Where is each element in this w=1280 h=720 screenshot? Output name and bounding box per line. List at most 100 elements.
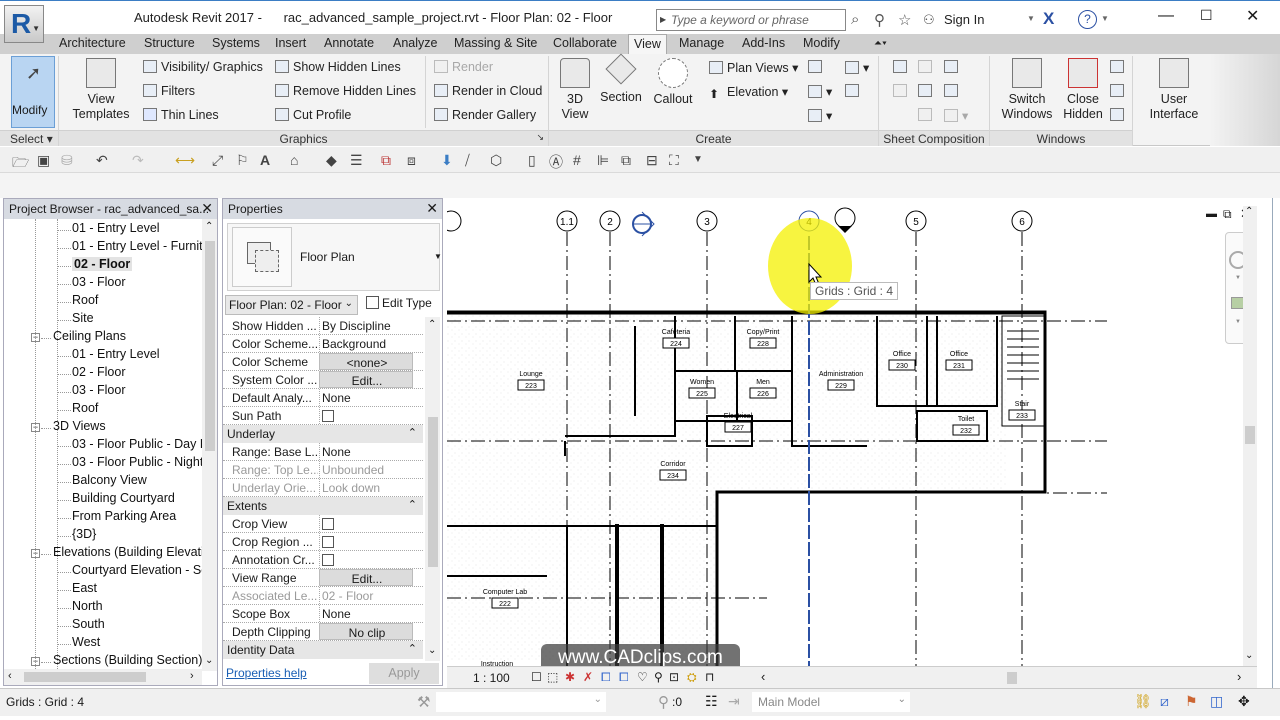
tree-view-item[interactable]: 02 - Floor: [72, 257, 133, 271]
canvas-vertical-scrollbar[interactable]: ⌃ ⌄: [1243, 206, 1257, 666]
tree-view-item[interactable]: From Parking Area: [72, 509, 176, 523]
select-pinned-icon[interactable]: ⚑: [1185, 693, 1198, 710]
elevation-button[interactable]: ⬆ Elevation ▾: [709, 84, 788, 101]
apply-button[interactable]: Apply: [369, 663, 439, 684]
section-marker[interactable]: [632, 211, 655, 237]
collapse-group-icon[interactable]: ⌃: [408, 426, 417, 439]
tree-view-item[interactable]: 01 - Entry Level - Furnitu: [72, 239, 204, 253]
tile-icon[interactable]: ⊟: [646, 152, 658, 169]
tree-category[interactable]: Elevations (Building Elevatio: [53, 545, 204, 559]
property-edit-button[interactable]: Edit...: [319, 569, 413, 586]
drafting-view-button[interactable]: [808, 60, 826, 74]
reveal-hidden-icon[interactable]: ⊡: [669, 670, 679, 684]
wheel-dropdown-icon[interactable]: ▼: [1235, 275, 1241, 281]
property-edit-button[interactable]: <none>: [319, 353, 413, 370]
tree-category[interactable]: 3D Views: [53, 419, 106, 433]
property-group-header[interactable]: Extents ⌃: [223, 497, 423, 515]
view-minimize-icon[interactable]: ▬: [1206, 208, 1217, 220]
replicate-button[interactable]: [1110, 60, 1128, 74]
place-view-button[interactable]: [893, 84, 911, 98]
room-tag[interactable]: Corridor 234: [659, 461, 687, 481]
property-value[interactable]: None: [319, 389, 413, 406]
shape-icon[interactable]: ⬡: [490, 152, 502, 169]
instance-filter-dropdown[interactable]: Floor Plan: 02 - Floor ⌄: [225, 295, 358, 315]
subscription-center-icon[interactable]: ⚲: [874, 11, 885, 29]
scope-box-button[interactable]: [845, 84, 863, 98]
property-checkbox[interactable]: [322, 536, 334, 548]
render-button[interactable]: Render: [434, 60, 493, 74]
select-underlay-icon[interactable]: ⧄: [1160, 693, 1169, 710]
select-links-icon[interactable]: ⛓: [1134, 693, 1152, 710]
scroll-up-icon[interactable]: ⌃: [1245, 206, 1253, 217]
selection-box-icon[interactable]: ⛶: [669, 152, 679, 169]
room-tag[interactable]: Lounge 223: [517, 371, 545, 391]
tab-add-ins[interactable]: Add-Ins: [742, 36, 785, 50]
cascade-button[interactable]: [1110, 84, 1128, 98]
sign-in-button[interactable]: Sign In: [944, 12, 984, 27]
scroll-right-icon[interactable]: ›: [190, 670, 194, 682]
edit-type-button[interactable]: Edit Type: [366, 296, 432, 310]
property-value[interactable]: None: [319, 605, 413, 622]
tree-view-item[interactable]: East: [72, 581, 97, 595]
filters-button[interactable]: Filters: [143, 84, 195, 98]
tab-massing-site[interactable]: Massing & Site: [454, 36, 537, 50]
scroll-right-icon[interactable]: ›: [1237, 669, 1241, 684]
ruler-icon[interactable]: ▯: [528, 152, 536, 169]
property-edit-button[interactable]: No clip: [319, 623, 413, 640]
switch-windows-button[interactable]: Switch Windows: [999, 58, 1055, 122]
cursor-icon[interactable]: ⬇: [441, 152, 453, 169]
close-icon[interactable]: ✕: [201, 200, 213, 217]
floor-plan-drawing[interactable]: Lounge 223 Cafeteria 224 Copy/Print 228 Women 2…: [447, 206, 1257, 666]
title-block-button[interactable]: [918, 60, 936, 74]
text-icon[interactable]: A: [260, 152, 270, 168]
cut-profile-button[interactable]: Cut Profile: [275, 108, 351, 122]
tree-view-item[interactable]: 01 - Entry Level: [72, 347, 160, 361]
scroll-thumb[interactable]: [24, 672, 146, 682]
sun-path-off-icon[interactable]: ✱: [565, 670, 575, 684]
worksets-icon[interactable]: ⚒: [417, 693, 430, 711]
tab-analyze[interactable]: Analyze: [393, 36, 437, 50]
modify-button[interactable]: ➚ Modify: [11, 56, 55, 128]
grid-icon[interactable]: #: [573, 152, 581, 168]
tree-view-item[interactable]: Site: [72, 311, 94, 325]
render-gallery-button[interactable]: Render Gallery: [434, 108, 536, 122]
temporary-view-properties-icon[interactable]: ⛭: [687, 670, 697, 685]
scroll-thumb[interactable]: [428, 417, 438, 567]
synchronize-icon[interactable]: ⛁: [61, 152, 73, 169]
tree-view-item[interactable]: 03 - Floor Public - Day R: [72, 437, 204, 451]
select-panel-dropdown[interactable]: Select ▾: [0, 130, 58, 146]
detail-level-icon[interactable]: ☐: [531, 670, 542, 684]
property-value[interactable]: None: [319, 443, 413, 460]
minimize-ribbon-toggle[interactable]: ⏶▾: [874, 38, 887, 49]
customize-toolbar-icon[interactable]: ▼: [693, 154, 703, 165]
tree-view-item[interactable]: Balcony View: [72, 473, 147, 487]
legends-button[interactable]: ▾: [808, 108, 832, 123]
canvas-horizontal-scrollbar[interactable]: ‹ ›: [759, 669, 1249, 686]
3d-view-button[interactable]: 3D View: [556, 58, 594, 122]
scroll-thumb[interactable]: [1245, 426, 1255, 444]
matchline-button[interactable]: [918, 108, 936, 122]
constraints-icon[interactable]: ⊓: [705, 670, 714, 684]
grid-head-partial[interactable]: [447, 210, 462, 232]
section-icon[interactable]: ◆: [326, 152, 337, 169]
room-tag[interactable]: Copy/Print 228: [747, 329, 780, 349]
tab-annotate[interactable]: Annotate: [324, 36, 374, 50]
view-reference-button[interactable]: [944, 84, 962, 98]
view-templates-button[interactable]: View Templates: [72, 58, 130, 122]
select-by-face-icon[interactable]: ◫: [1210, 693, 1223, 710]
callout-button[interactable]: Callout: [650, 58, 696, 107]
property-checkbox[interactable]: [322, 554, 334, 566]
scroll-down-icon[interactable]: ⌄: [428, 645, 436, 656]
tab-manage[interactable]: Manage: [679, 36, 724, 50]
help-icon[interactable]: ?: [1078, 10, 1097, 29]
undo-icon[interactable]: ↶: [96, 152, 108, 169]
project-browser-vertical-scrollbar[interactable]: ⌃ ⌄: [202, 219, 217, 671]
type-selector[interactable]: Floor Plan ▼: [227, 223, 442, 291]
editing-requests-icon[interactable]: ⚲: [658, 693, 669, 711]
render-in-cloud-button[interactable]: Render in Cloud: [434, 84, 542, 98]
aligned-dimension-icon[interactable]: ⤢: [212, 152, 223, 169]
thin-lines-icon[interactable]: ☰: [350, 152, 363, 169]
elevation-marker[interactable]: [834, 207, 856, 233]
room-tag[interactable]: Cafeteria 224: [662, 329, 691, 349]
show-crop-region-icon[interactable]: ⧠: [619, 670, 629, 685]
